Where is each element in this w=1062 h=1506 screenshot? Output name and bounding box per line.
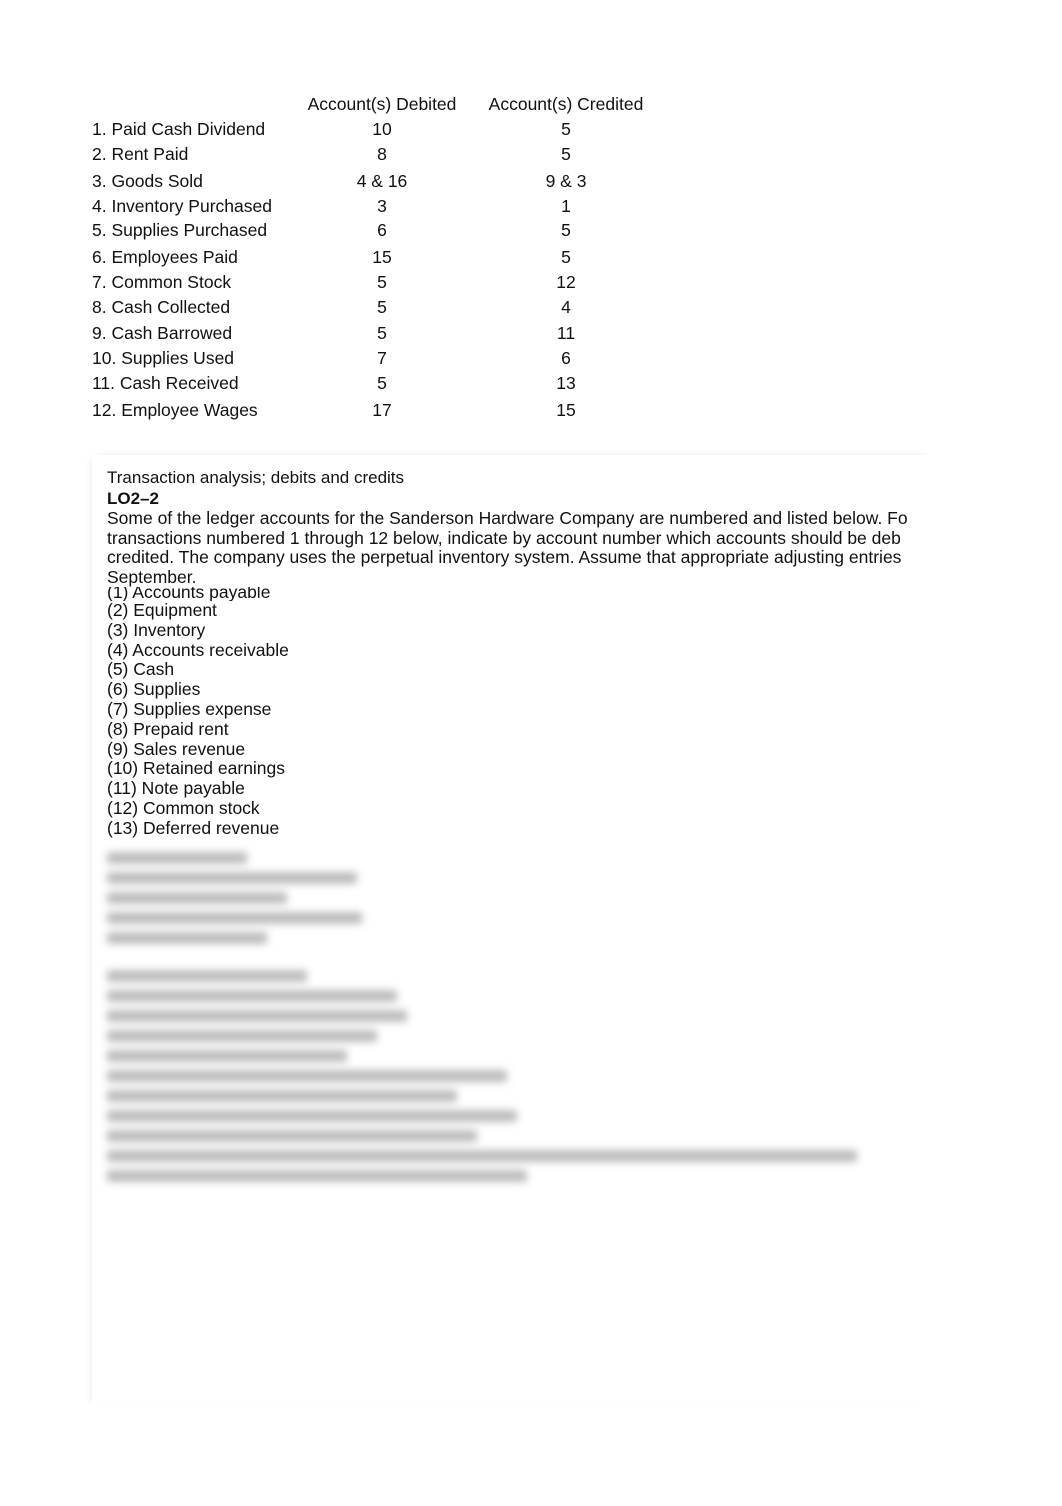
credited-value: 6 xyxy=(561,348,571,368)
transaction-label: 7. Common Stock xyxy=(92,272,232,292)
credited-value: 5 xyxy=(561,220,571,240)
credited-value: 11 xyxy=(556,323,576,343)
problem-instructions: Some of the ledger accounts for the Sand… xyxy=(107,508,932,587)
credited-value: 5 xyxy=(561,144,571,164)
debited-value: 8 xyxy=(377,144,387,164)
problem-title: Transaction analysis; debits and credits xyxy=(107,468,405,487)
learning-objective: LO2–2 xyxy=(107,489,159,508)
account-item: (3) Inventory xyxy=(107,619,206,640)
account-list: (1) Accounts payable (2) Equipment (3) Inv… xyxy=(107,587,932,839)
account-item: (6) Supplies xyxy=(107,679,201,700)
header-debited: Account(s) Debited xyxy=(307,94,457,114)
account-item: (13) Deferred revenue xyxy=(107,817,280,838)
account-item: (4) Accounts receivable xyxy=(107,639,289,660)
debited-value: 5 xyxy=(377,272,387,292)
credited-value: 15 xyxy=(556,400,576,420)
credited-value: 4 xyxy=(561,297,571,317)
account-item: (9) Sales revenue xyxy=(107,738,246,759)
account-item: (11) Note payable xyxy=(107,778,245,799)
header-credited: Account(s) Credited xyxy=(488,94,644,114)
debited-value: 3 xyxy=(377,196,387,216)
account-item: (2) Equipment xyxy=(107,600,217,620)
account-item: (8) Prepaid rent xyxy=(107,718,229,739)
instruction-line: September. xyxy=(107,566,197,587)
instruction-line: transactions numbered 1 through 12 below… xyxy=(107,527,901,548)
debited-value: 5 xyxy=(377,297,387,317)
debited-value: 6 xyxy=(377,220,387,240)
transaction-label: 12. Employee Wages xyxy=(92,400,258,420)
transaction-label: 8. Cash Collected xyxy=(92,297,231,317)
account-item: (7) Supplies expense xyxy=(107,698,272,719)
credited-value: 5 xyxy=(561,119,571,139)
transaction-label: 2. Rent Paid xyxy=(92,144,189,164)
credited-value: 12 xyxy=(556,272,576,292)
account-item: (5) Cash xyxy=(107,659,175,680)
credited-value: 5 xyxy=(561,247,571,267)
debited-value: 5 xyxy=(377,373,387,393)
debited-value: 4 & 16 xyxy=(356,171,408,191)
instruction-line: credited. The company uses the perpetual… xyxy=(107,547,902,567)
blurred-content xyxy=(107,848,887,1208)
transaction-label: 6. Employees Paid xyxy=(92,247,238,267)
instruction-line: Some of the ledger accounts for the Sand… xyxy=(107,508,908,528)
debited-value: 10 xyxy=(372,119,392,139)
transaction-label: 4. Inventory Purchased xyxy=(92,196,272,216)
account-item: (12) Common stock xyxy=(107,797,260,818)
blurred-account-list xyxy=(107,848,362,948)
transaction-label: 1. Paid Cash Dividend xyxy=(92,119,266,139)
blurred-transaction-list xyxy=(107,966,857,1186)
credited-value: 9 & 3 xyxy=(545,171,587,191)
debited-value: 15 xyxy=(372,247,392,267)
account-item: (10) Retained earnings xyxy=(107,758,286,779)
transaction-label: 5. Supplies Purchased xyxy=(92,220,268,240)
transaction-label: 3. Goods Sold xyxy=(92,171,203,191)
credited-value: 1 xyxy=(561,196,571,216)
transaction-label: 9. Cash Barrowed xyxy=(92,323,233,343)
credited-value: 13 xyxy=(556,373,576,393)
transaction-label: 10. Supplies Used xyxy=(92,348,235,368)
debited-value: 17 xyxy=(372,400,392,420)
debited-value: 5 xyxy=(377,323,387,343)
account-item: (1) Accounts payable xyxy=(107,587,271,601)
debited-value: 7 xyxy=(377,348,387,368)
transaction-label: 11. Cash Received xyxy=(92,373,239,393)
